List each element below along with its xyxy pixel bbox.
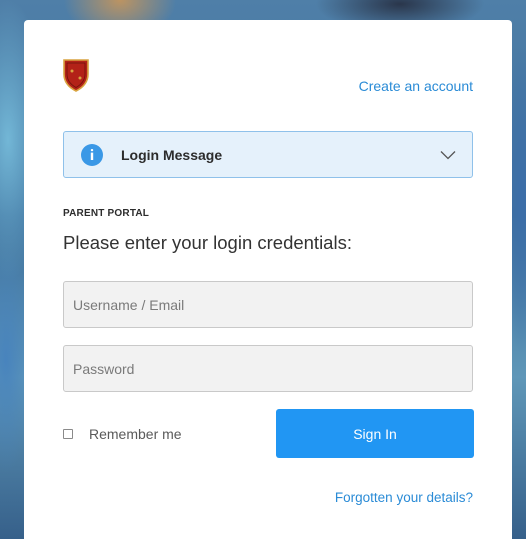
remember-me-option[interactable]: Remember me [63,426,182,442]
page-title: Please enter your login credentials: [63,232,352,253]
forgot-details-link[interactable]: Forgotten your details? [335,490,473,505]
school-crest-logo [63,59,89,92]
portal-label: PARENT PORTAL [63,208,150,219]
chevron-down-icon [440,150,456,159]
remember-me-label: Remember me [89,426,182,442]
remember-me-checkbox[interactable] [63,429,73,439]
username-input[interactable] [63,281,473,328]
password-input[interactable] [63,345,473,392]
login-card: Create an account Login Message PARENT P… [24,20,512,539]
sign-in-button[interactable]: Sign In [276,409,474,458]
info-icon [81,143,103,166]
login-message-toggle[interactable]: Login Message [63,131,473,178]
login-message-label: Login Message [121,146,223,163]
create-account-link[interactable]: Create an account [359,78,473,94]
